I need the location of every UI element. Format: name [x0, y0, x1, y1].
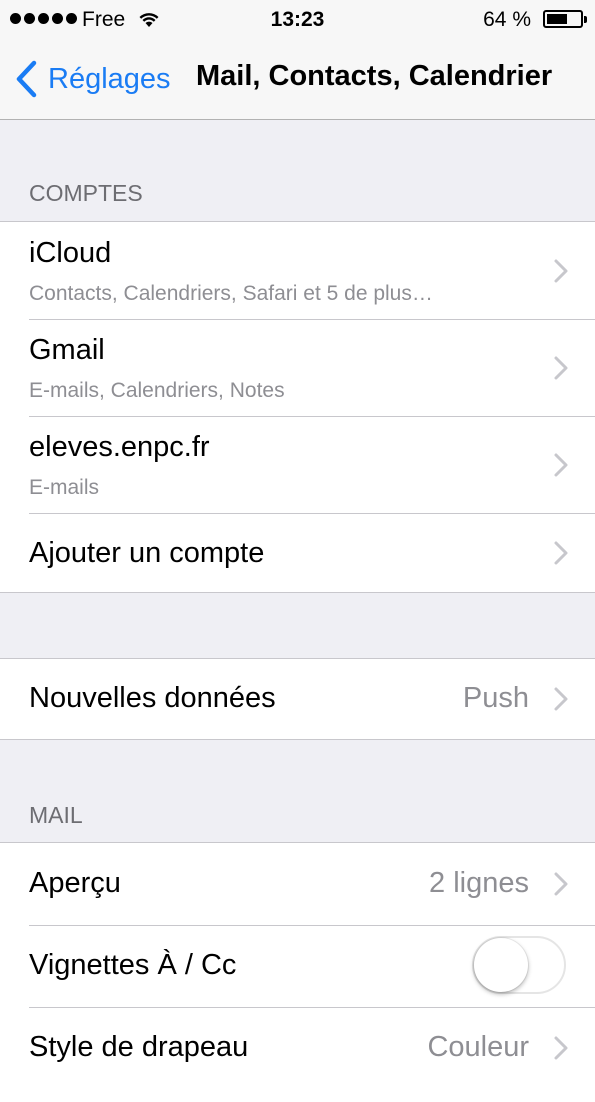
fetch-new-data-label: Nouvelles données: [29, 682, 276, 714]
section-header-mail: MAIL: [29, 802, 83, 828]
account-subtitle: E-mails: [29, 476, 100, 499]
account-row-gmail[interactable]: Gmail E-mails, Calendriers, Notes: [0, 319, 595, 416]
to-cc-toggle[interactable]: [472, 936, 566, 994]
add-account-row[interactable]: Ajouter un compte: [0, 513, 595, 592]
accounts-group: iCloud Contacts, Calendriers, Safari et …: [0, 221, 595, 593]
flag-style-label: Style de drapeau: [29, 1031, 249, 1063]
mail-group: Aperçu 2 lignes Vignettes À / Cc Style d…: [0, 842, 595, 1102]
status-bar: Free 13:23 64 %: [0, 0, 595, 40]
page-title: Mail, Contacts, Calendrier: [196, 60, 553, 92]
chevron-right-icon: [554, 453, 568, 477]
account-subtitle: E-mails, Calendriers, Notes: [29, 379, 285, 402]
to-cc-label: Vignettes À / Cc: [29, 949, 237, 981]
chevron-right-icon: [554, 541, 568, 565]
back-button[interactable]: Réglages: [12, 58, 171, 100]
preview-label: Aperçu: [29, 867, 121, 899]
account-title: iCloud: [29, 237, 112, 269]
chevron-right-icon: [554, 356, 568, 380]
fetch-new-data-row[interactable]: Nouvelles données Push: [0, 659, 595, 739]
add-account-label: Ajouter un compte: [29, 537, 265, 569]
to-cc-label-row: Vignettes À / Cc: [0, 925, 595, 1007]
preview-value: 2 lignes: [429, 867, 529, 899]
toggle-knob: [474, 938, 528, 992]
section-header-accounts: COMPTES: [29, 180, 143, 206]
account-subtitle: Contacts, Calendriers, Safari et 5 de pl…: [29, 282, 433, 305]
flag-style-value: Couleur: [427, 1031, 529, 1063]
battery-icon: [543, 10, 587, 28]
flag-style-row[interactable]: Style de drapeau Couleur: [0, 1007, 595, 1089]
battery-level-fill: [547, 14, 568, 24]
account-row-enpc[interactable]: eleves.enpc.fr E-mails: [0, 416, 595, 513]
navigation-bar: Réglages Mail, Contacts, Calendrier: [0, 40, 595, 120]
preview-row[interactable]: Aperçu 2 lignes: [0, 843, 595, 925]
chevron-right-icon: [554, 259, 568, 283]
battery-percentage: 64 %: [483, 8, 531, 31]
chevron-right-icon: [554, 687, 568, 711]
fetch-new-data-value: Push: [462, 682, 529, 714]
chevron-left-icon: [16, 60, 37, 98]
chevron-right-icon: [554, 872, 568, 896]
account-row-icloud[interactable]: iCloud Contacts, Calendriers, Safari et …: [0, 222, 595, 319]
account-title: eleves.enpc.fr: [29, 431, 210, 463]
account-title: Gmail: [29, 334, 105, 366]
back-button-label: Réglages: [48, 62, 171, 95]
fetch-group: Nouvelles données Push: [0, 658, 595, 740]
chevron-right-icon: [554, 1036, 568, 1060]
